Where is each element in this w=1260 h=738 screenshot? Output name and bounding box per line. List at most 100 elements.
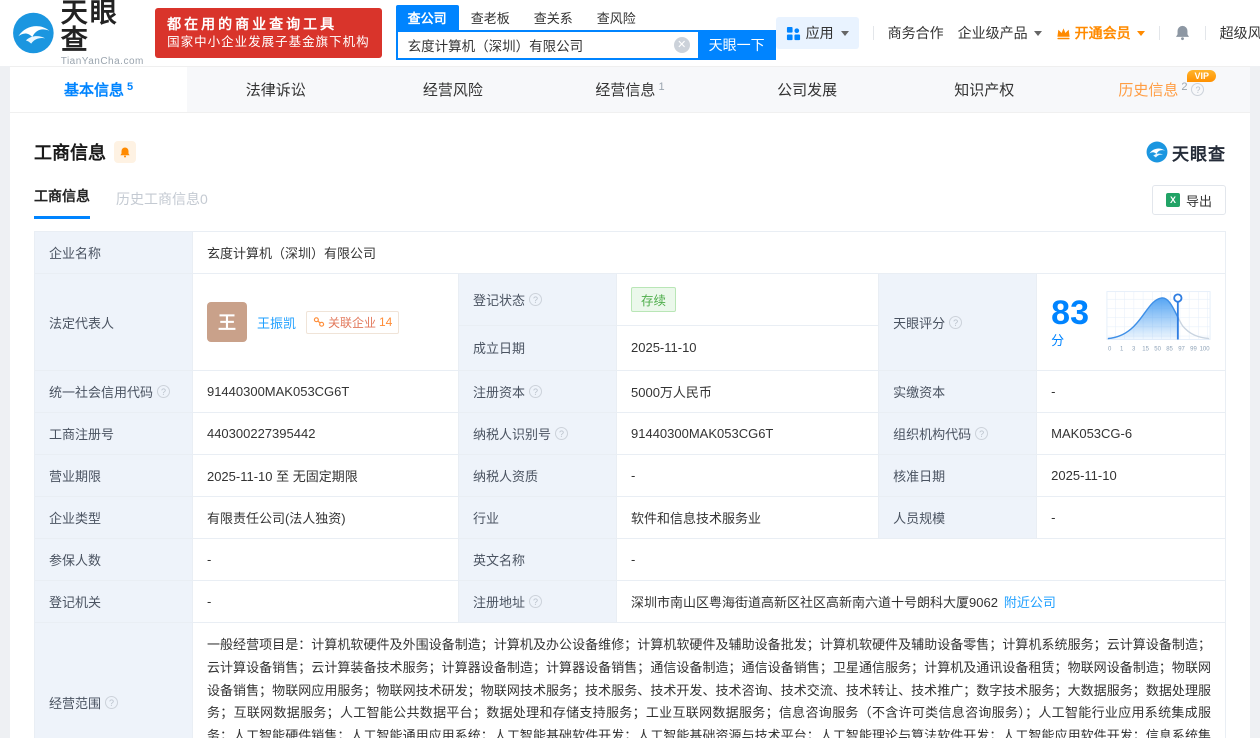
search-button[interactable]: 天眼一下	[697, 30, 776, 60]
search-tab-risk[interactable]: 查风险	[585, 5, 648, 30]
svg-text:50: 50	[1154, 347, 1161, 353]
field-value-reg-address: 深圳市南山区粤海街道高新区社区高新南六道十号朗科大厦9062 附近公司	[616, 580, 1226, 623]
tab-company-development[interactable]: 公司发展	[719, 67, 896, 112]
field-value-business-term: 2025-11-10 至 无固定期限	[191, 454, 460, 497]
svg-text:3: 3	[1132, 347, 1136, 353]
tab-label: 法律诉讼	[245, 82, 306, 99]
tab-basic-info[interactable]: 基本信息 5	[10, 67, 188, 112]
field-label-taxpayer-id: 纳税人识别号?	[458, 412, 617, 455]
table-row: 法定代表人 王 王振凯 关联企业 14 登记状态? 存续 天眼评分 ? 83分 …	[34, 273, 1226, 371]
field-value-english-name: -	[616, 538, 1226, 581]
field-label-company-name: 企业名称	[34, 231, 193, 274]
help-icon[interactable]: ?	[555, 427, 569, 440]
subtab-row: 工商信息 历史工商信息0 X 导出	[10, 165, 1250, 219]
svg-text:15: 15	[1142, 347, 1149, 353]
apps-menu[interactable]: 应用	[775, 17, 859, 49]
tab-label: 基本信息	[64, 82, 125, 99]
score-axis-ticks: 0 1 3 15 50 85 97 99 100	[1108, 347, 1210, 353]
tab-history-info[interactable]: VIP 历史信息 2 ?	[1073, 67, 1250, 112]
search-tab-company[interactable]: 查公司	[395, 5, 459, 30]
subtab-history-business-info[interactable]: 历史工商信息0	[116, 189, 208, 219]
crown-icon	[1057, 28, 1070, 40]
nav-super-risk[interactable]: 超级风...	[1220, 23, 1260, 43]
avatar[interactable]: 王	[206, 302, 247, 342]
help-icon[interactable]: ?	[1191, 83, 1205, 96]
related-companies-badge[interactable]: 关联企业 14	[305, 310, 400, 334]
field-label-english-name: 英文名称	[458, 538, 617, 581]
promo-line2: 国家中小企业发展子基金旗下机构	[167, 35, 370, 49]
search-tab-relation[interactable]: 查关系	[522, 5, 585, 30]
apps-grid-icon	[786, 26, 800, 40]
field-value-reg-authority: -	[191, 580, 460, 623]
field-label-insured-count: 参保人数	[34, 538, 193, 581]
badge-count: 14	[379, 315, 393, 329]
field-label-business-scope: 经营范围?	[34, 622, 193, 738]
nav-risk-label: 超级风...	[1219, 25, 1260, 41]
svg-text:100: 100	[1200, 347, 1211, 353]
notifications-bell-icon[interactable]	[1174, 24, 1191, 42]
nearby-companies-link[interactable]: 附近公司	[1004, 595, 1056, 610]
badge-label: 关联企业	[327, 315, 376, 330]
field-label-approval-date: 核准日期	[878, 454, 1038, 497]
clear-search-icon[interactable]: ✕	[673, 37, 690, 53]
nav-enterprise-products[interactable]: 企业级产品	[958, 23, 1042, 43]
logo-text: 天眼查	[60, 0, 119, 55]
score-unit: 分	[1051, 332, 1065, 348]
help-icon[interactable]: ?	[975, 427, 989, 440]
field-value-staff-size: -	[1036, 496, 1226, 539]
nav-open-vip[interactable]: 开通会员	[1056, 23, 1145, 43]
help-icon[interactable]: ?	[105, 695, 119, 709]
tianyancha-eye-icon	[13, 12, 54, 54]
export-button[interactable]: X 导出	[1151, 185, 1226, 215]
field-label-reg-number: 工商注册号	[34, 412, 193, 455]
chevron-down-icon	[1033, 30, 1042, 36]
table-row: 统一社会信用代码? 91440300MAK053CG6T 注册资本? 5000万…	[34, 370, 1226, 413]
divider	[872, 26, 874, 40]
table-row: 企业名称 玄度计算机（深圳）有限公司	[34, 231, 1227, 274]
svg-text:85: 85	[1166, 347, 1173, 353]
tab-label: 历史信息	[1118, 82, 1179, 99]
field-value-credit-code: 91440300MAK053CG6T	[191, 370, 460, 413]
tab-operation-risk[interactable]: 经营风险	[364, 67, 541, 112]
tab-legal-litigation[interactable]: 法律诉讼	[187, 67, 364, 112]
field-value-legal-rep: 王 王振凯 关联企业 14	[191, 273, 460, 371]
field-label-reg-status: 登记状态?	[458, 273, 617, 326]
score-value: 83	[1051, 293, 1089, 332]
field-label-business-term: 营业期限	[34, 454, 193, 497]
field-label-establish-date: 成立日期	[458, 324, 617, 372]
field-value-reg-number: 440300227395442	[191, 412, 460, 455]
help-icon[interactable]: ?	[157, 385, 171, 398]
field-label-reg-authority: 登记机关	[34, 580, 193, 623]
search-input[interactable]	[395, 30, 698, 60]
subtab-business-info[interactable]: 工商信息	[34, 186, 90, 219]
apps-label: 应用	[805, 25, 834, 41]
tianyancha-logo[interactable]: 天眼查 TianYanCha.com	[12, 0, 145, 67]
help-icon[interactable]: ?	[949, 315, 963, 329]
watermark-text: 天眼查	[1172, 144, 1226, 164]
monitor-bell-icon[interactable]	[114, 141, 136, 163]
divider	[1204, 26, 1206, 40]
legal-rep-name-link[interactable]: 王振凯	[257, 313, 296, 332]
field-value-establish-date: 2025-11-10	[615, 324, 880, 372]
help-icon[interactable]: ?	[529, 385, 543, 398]
divider	[1158, 26, 1160, 40]
field-value-reg-status: 存续	[615, 273, 880, 326]
field-label-reg-capital: 注册资本?	[458, 370, 617, 413]
search-tab-boss[interactable]: 查老板	[459, 5, 522, 30]
nav-business-cooperation[interactable]: 商务合作	[888, 23, 944, 43]
help-icon[interactable]: ?	[529, 292, 543, 306]
table-row: 参保人数 - 英文名称 -	[34, 538, 1226, 581]
svg-text:1: 1	[1120, 347, 1124, 353]
field-label-credit-code: 统一社会信用代码?	[34, 370, 193, 413]
field-value-insured-count: -	[191, 538, 460, 581]
tab-label: 知识产权	[954, 82, 1015, 99]
field-label-score: 天眼评分?	[878, 273, 1038, 371]
table-row: 营业期限 2025-11-10 至 无固定期限 纳税人资质 - 核准日期 202…	[34, 454, 1226, 497]
tab-intellectual-property[interactable]: 知识产权	[896, 67, 1073, 112]
field-value-business-scope: 一般经营项目是：计算机软硬件及外围设备制造；计算机及办公设备维修；计算机软硬件及…	[191, 622, 1227, 738]
svg-text:0: 0	[1108, 347, 1112, 353]
field-label-org-code: 组织机构代码?	[878, 412, 1038, 455]
help-icon[interactable]: ?	[529, 595, 543, 608]
tab-operation-info[interactable]: 经营信息 1	[541, 67, 718, 112]
business-info-table: 企业名称 玄度计算机（深圳）有限公司 法定代表人 王 王振凯 关联企业 14 登…	[34, 231, 1227, 738]
